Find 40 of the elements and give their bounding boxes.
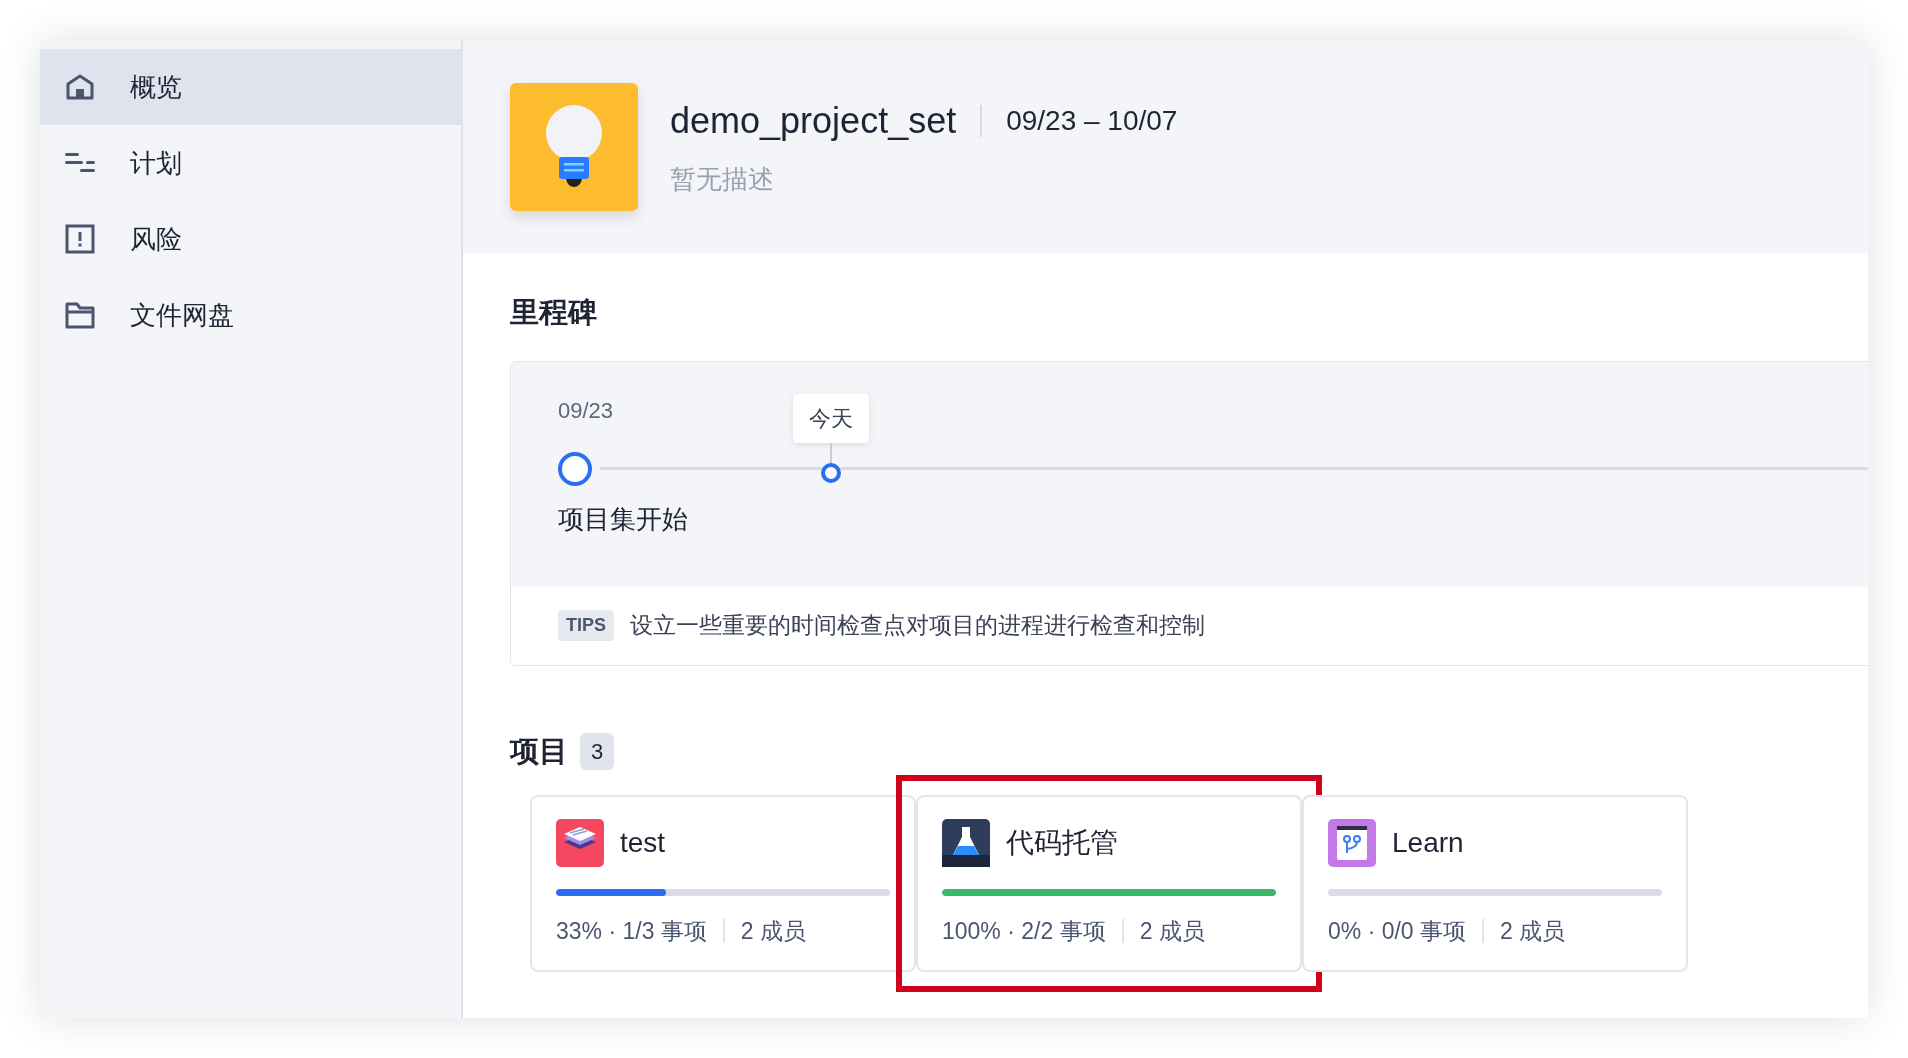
sidebar-item[interactable]: 文件网盘 <box>40 277 461 353</box>
member-count: 2 成员 <box>740 917 807 946</box>
count-badge: 3 <box>580 732 615 770</box>
tips-badge: TIPS <box>558 610 614 641</box>
project-description: 暂无描述 <box>670 163 775 196</box>
sidebar-label: 概览 <box>130 70 182 104</box>
project-set-title: demo_project_set <box>670 99 957 143</box>
project-name: Learn <box>1392 826 1464 860</box>
project-progress: 100% · 2/2 事项 <box>942 917 1106 946</box>
project-name: 代码托管 <box>1006 826 1118 860</box>
milestone-date: 09/23 <box>558 399 614 422</box>
home-icon <box>65 72 95 102</box>
sidebar-item[interactable]: 计划 <box>40 125 461 201</box>
date-range: 09/23 – 10/07 <box>1006 104 1178 138</box>
today-tooltip: 今天 <box>793 393 869 443</box>
project-card[interactable]: 代码托管 100% · 2/2 事项 2 成员 <box>916 795 1302 972</box>
plan-icon <box>64 151 96 175</box>
section-heading: 里程碑 <box>510 295 598 330</box>
stacked-layers-icon <box>556 819 604 867</box>
sidebar-item[interactable]: 概览 <box>40 49 461 125</box>
milestone-label: 项目集开始 <box>558 502 689 536</box>
alert-square-icon <box>65 224 95 254</box>
branch-icon <box>1328 819 1376 867</box>
member-count: 2 成员 <box>1139 917 1205 946</box>
sidebar-item[interactable]: 风险 <box>40 201 461 277</box>
project-progress: 33% · 1/3 事项 <box>556 917 707 946</box>
sidebar-label: 文件网盘 <box>130 298 234 332</box>
section-heading: 项目 <box>510 733 568 769</box>
folder-icon <box>65 301 95 329</box>
sidebar-label: 风险 <box>130 222 182 256</box>
today-marker <box>821 462 841 483</box>
member-count: 2 成员 <box>1500 917 1566 946</box>
flask-icon <box>942 819 990 867</box>
project-card[interactable]: test 33% · 1/3 事项 2 成员 <box>530 795 916 972</box>
tips-text: 设立一些重要的时间检查点对项目的进程进行检查和控制 <box>630 611 1205 641</box>
project-name: test <box>620 826 666 860</box>
milestone-start-marker <box>558 451 592 486</box>
sidebar-label: 计划 <box>130 146 182 180</box>
project-progress: 0% · 0/0 事项 <box>1328 917 1467 946</box>
project-card[interactable]: Learn 0% · 0/0 事项 2 成员 <box>1302 795 1688 972</box>
